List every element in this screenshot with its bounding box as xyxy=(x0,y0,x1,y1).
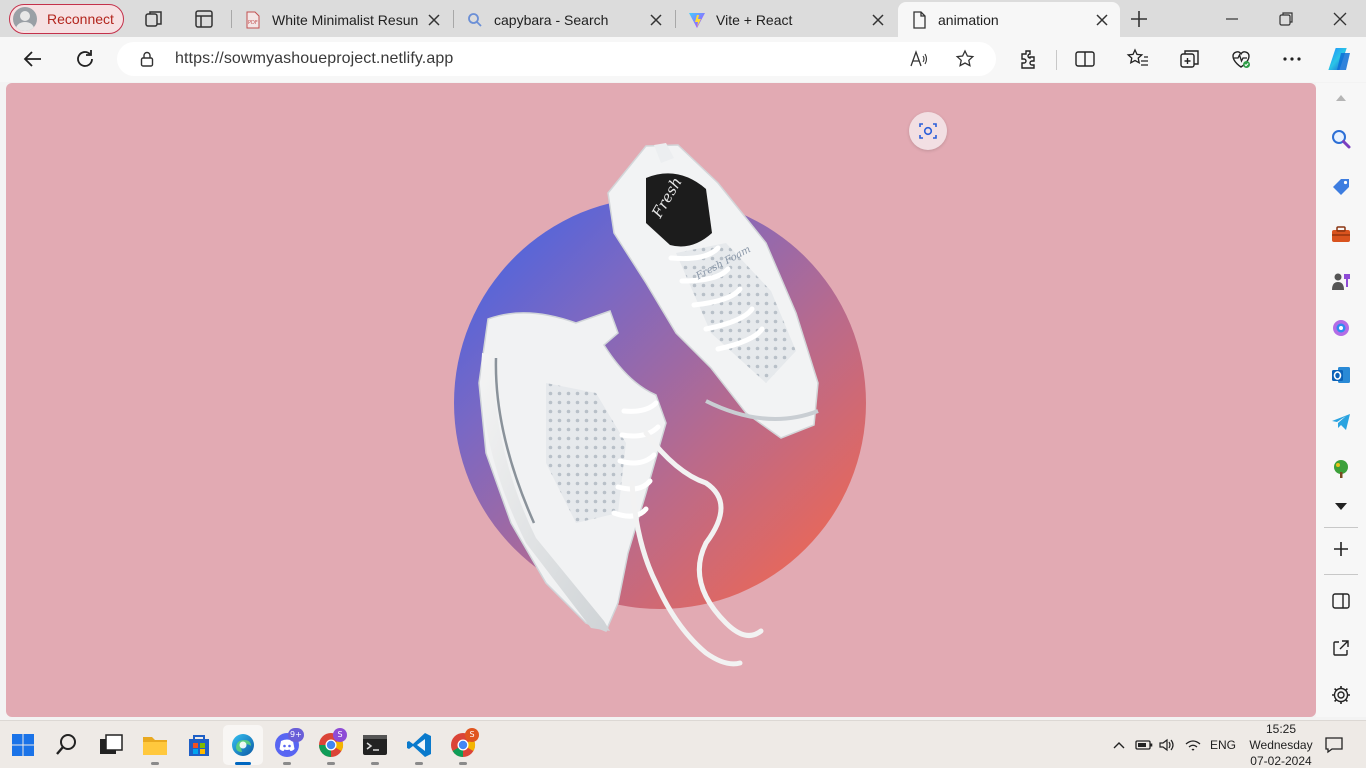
more-options-icon[interactable] xyxy=(1280,47,1304,71)
lock-icon[interactable] xyxy=(138,50,156,68)
visual-search-icon xyxy=(919,123,937,139)
tab-resume-pdf[interactable]: PDF White Minimalist Resun xyxy=(232,2,452,37)
tab-capybara-search[interactable]: capybara - Search xyxy=(454,2,674,37)
clock[interactable]: 15:25 Wednesday 07-02-2024 xyxy=(1238,721,1324,768)
visual-search-button[interactable] xyxy=(909,112,947,150)
profile-reconnect-button[interactable]: Reconnect xyxy=(9,4,124,34)
search-icon[interactable] xyxy=(53,731,81,759)
running-indicator xyxy=(283,762,291,765)
running-indicator xyxy=(371,762,379,765)
url-text[interactable]: https://sowmyashoueproject.netlify.app xyxy=(175,50,453,68)
tab-title: Vite + React xyxy=(716,11,793,28)
tab-strip: Reconnect PDF White Minimalist Resun cap… xyxy=(0,0,1366,37)
file-explorer-icon[interactable] xyxy=(141,731,169,759)
copilot-app-icon[interactable] xyxy=(1330,317,1352,339)
favorite-star-icon[interactable] xyxy=(955,49,975,69)
avatar xyxy=(13,7,37,31)
running-indicator xyxy=(415,762,423,765)
discord-badge: 9+ xyxy=(288,728,304,742)
extensions-icon[interactable] xyxy=(1017,47,1041,71)
tree-icon[interactable] xyxy=(1330,458,1352,480)
profile-reconnect-label: Reconnect xyxy=(47,11,114,27)
toolbar-separator xyxy=(1056,50,1057,70)
vscode-icon[interactable] xyxy=(405,731,433,759)
windows-taskbar: 9+ S S ENG 15:25 Wednesday 07-02-2024 xyxy=(0,720,1366,768)
external-link-icon[interactable] xyxy=(1330,637,1352,659)
active-app-indicator xyxy=(235,762,251,765)
terminal-icon[interactable] xyxy=(361,731,389,759)
sidebar-separator xyxy=(1324,574,1358,575)
collections-icon[interactable] xyxy=(1178,47,1202,71)
input-language[interactable]: ENG xyxy=(1210,738,1236,752)
svg-text:PDF: PDF xyxy=(248,20,258,26)
clock-date: 07-02-2024 xyxy=(1250,754,1312,768)
tab-title: White Minimalist Resun xyxy=(272,11,419,28)
settings-icon[interactable] xyxy=(1330,684,1352,706)
store-icon[interactable] xyxy=(185,731,213,759)
close-icon[interactable] xyxy=(648,12,664,28)
split-screen-icon[interactable] xyxy=(1073,47,1097,71)
vertical-tabs-icon[interactable] xyxy=(193,8,215,30)
workspaces-icon[interactable] xyxy=(143,8,165,30)
pdf-icon: PDF xyxy=(246,11,260,28)
sneakers-image: Fresh Fresh Foam xyxy=(478,143,819,667)
notifications-icon[interactable] xyxy=(1324,735,1344,755)
running-indicator xyxy=(151,762,159,765)
tools-icon[interactable] xyxy=(1330,223,1352,245)
search-icon[interactable] xyxy=(1330,128,1352,150)
start-icon[interactable] xyxy=(9,731,37,759)
close-icon[interactable] xyxy=(870,12,886,28)
battery-icon[interactable] xyxy=(1135,737,1153,753)
split-screen-icon[interactable] xyxy=(1330,590,1352,612)
edge-sidebar xyxy=(1316,83,1366,717)
volume-icon[interactable] xyxy=(1158,736,1176,754)
running-indicator xyxy=(459,762,467,765)
read-aloud-icon[interactable] xyxy=(909,49,929,69)
running-indicator xyxy=(327,762,335,765)
back-icon[interactable] xyxy=(21,47,45,71)
search-icon xyxy=(468,12,482,27)
tab-vite-react[interactable]: Vite + React xyxy=(676,2,896,37)
clock-day: Wednesday xyxy=(1249,738,1313,752)
outlook-icon[interactable] xyxy=(1330,364,1352,386)
browser-toolbar: https://sowmyashoueproject.netlify.app xyxy=(0,37,1366,82)
tab-animation[interactable]: animation xyxy=(898,2,1120,37)
close-icon[interactable] xyxy=(1094,12,1110,28)
show-hidden-icons-icon[interactable] xyxy=(1112,738,1126,752)
chrome-profile-badge: S xyxy=(465,728,479,742)
vite-icon xyxy=(689,12,705,28)
sidebar-separator xyxy=(1324,527,1358,528)
copilot-icon[interactable] xyxy=(1327,45,1355,73)
page-viewport: Fresh Fresh Foam xyxy=(6,83,1316,717)
chrome-badge: S xyxy=(333,728,347,742)
favorites-icon[interactable] xyxy=(1126,47,1150,71)
shopping-icon[interactable] xyxy=(1330,176,1352,198)
customize-dropdown-icon[interactable] xyxy=(1333,498,1349,514)
network-icon[interactable] xyxy=(1184,736,1202,754)
add-icon[interactable] xyxy=(1330,538,1352,560)
tab-title: animation xyxy=(938,11,999,28)
clock-time: 15:25 xyxy=(1265,722,1297,736)
scroll-up-icon[interactable] xyxy=(1334,91,1348,105)
new-tab-icon[interactable] xyxy=(1128,8,1150,30)
close-window-icon[interactable] xyxy=(1329,8,1351,30)
close-icon[interactable] xyxy=(426,12,442,28)
minimize-icon[interactable] xyxy=(1221,8,1243,30)
page-icon xyxy=(913,10,926,29)
refresh-icon[interactable] xyxy=(73,47,97,71)
restore-icon[interactable] xyxy=(1275,8,1297,30)
edge-icon[interactable] xyxy=(229,731,257,759)
games-icon[interactable] xyxy=(1330,270,1352,292)
address-bar[interactable]: https://sowmyashoueproject.netlify.app xyxy=(117,42,996,76)
task-view-icon[interactable] xyxy=(97,731,125,759)
browser-essentials-icon[interactable] xyxy=(1229,47,1253,71)
telegram-icon[interactable] xyxy=(1330,411,1352,433)
tab-title: capybara - Search xyxy=(494,11,609,28)
